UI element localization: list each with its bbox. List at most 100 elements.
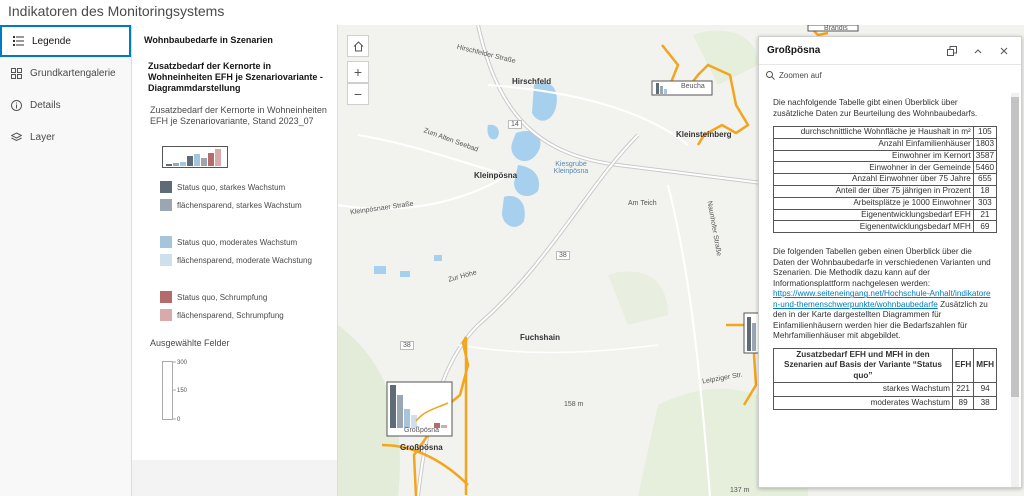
nav-label-details: Details (30, 99, 61, 111)
scale-max-label: 300 (177, 360, 188, 366)
legend-panel-title: Wohnbaubedarfe in Szenarien (144, 35, 273, 45)
popup-header: Großpösna (759, 37, 1021, 65)
stat-value: 3587 (972, 149, 998, 163)
map-label-kiesgrube: Kiesgrube Kleinpösna (553, 161, 589, 175)
stat-value: 1803 (972, 137, 998, 151)
dock-icon (947, 45, 957, 56)
legend-panel-footer (132, 460, 337, 496)
map-label-brandis: Brandis (824, 25, 848, 32)
map-label-kleinpoesna: Kleinpösna (474, 171, 518, 180)
scenario-mfh: 94 (973, 382, 997, 397)
collapse-button[interactable] (969, 42, 987, 60)
legend-entry: Status quo, moderates Wachstum (160, 236, 297, 248)
scenario-table-header: Zusatzbedarf EFH und MFH in den Szenarie… (773, 347, 953, 384)
feature-popup: Großpösna Zoomen auf Die nachfolgende Ta… (758, 36, 1022, 488)
scenario-efh: 89 (951, 395, 975, 411)
table-row: Einwohner im Kernort 3587 (773, 149, 998, 163)
table-row: durchschnittliche Wohnfläche je Haushalt… (773, 126, 998, 139)
map-label-route-38-a: 38 (556, 251, 570, 260)
scenario-mfh: 38 (973, 395, 997, 411)
map-label-grosspoesna: Großpösna (400, 443, 443, 452)
table-row: Anzahl Einfamilienhäuser 1803 (773, 137, 998, 151)
nav-item-layer[interactable]: Layer (0, 121, 131, 153)
stat-label: durchschnittliche Wohnfläche je Haushalt… (773, 126, 974, 139)
stat-label: Einwohner in der Gemeinde (773, 161, 974, 175)
legend-entry-label: Status quo, moderates Wachstum (177, 237, 298, 247)
legend-swatch (160, 291, 172, 303)
map-label-route-14: 14 (508, 120, 522, 129)
zoom-to-icon (766, 70, 775, 80)
stat-value: 655 (972, 173, 998, 186)
legend-entry: flächensparend, Schrumpfung (160, 309, 284, 321)
legend-swatch (160, 254, 172, 266)
stat-value: 69 (972, 220, 998, 234)
stat-value: 105 (972, 126, 998, 139)
stat-value: 18 (972, 184, 998, 198)
stat-label: Arbeitsplätze je 1000 Einwohner (773, 196, 974, 210)
legend-entry-label: flächensparend, starkes Wachstum (177, 200, 302, 210)
table-row: Anzahl Einwohner über 75 Jahre 655 (773, 173, 998, 186)
table-row: Eigenentwicklungsbedarf MFH 69 (773, 220, 998, 234)
scenario-table: Zusatzbedarf EFH und MFH in den Szenarie… (773, 347, 997, 411)
stats-table: durchschnittliche Wohnfläche je Haushalt… (773, 126, 998, 234)
scrollbar-thumb[interactable] (1011, 97, 1019, 397)
stat-label: Anzahl Einfamilienhäuser (773, 137, 974, 151)
map-label-kleinsteinberg: Kleinsteinberg (676, 130, 732, 139)
legend-entry: flächensparend, starkes Wachstum (160, 199, 302, 211)
legend-swatch (160, 236, 172, 248)
dock-button[interactable] (943, 42, 961, 60)
chevron-up-icon (974, 48, 982, 53)
legend-size-scale: 300 150 0 (162, 360, 188, 423)
stat-label: Einwohner im Kernort (773, 149, 974, 163)
scenario-label: starkes Wachstum (773, 382, 953, 397)
legend-chart-symbol (162, 146, 228, 168)
nav-label-legende: Legende (32, 35, 71, 47)
close-button[interactable] (995, 42, 1013, 60)
stat-value: 21 (972, 208, 998, 222)
legend-entry: Status quo, starkes Wachstum (160, 181, 285, 193)
stat-value: 5460 (972, 161, 998, 175)
home-button[interactable] (347, 35, 369, 57)
map-label-beucha: Beucha (681, 83, 705, 90)
nav-item-grundkartengalerie[interactable]: Grundkartengalerie (0, 57, 131, 89)
zoom-to-button[interactable]: Zoomen auf (759, 65, 1021, 85)
zoom-in-button[interactable]: + (347, 61, 369, 83)
side-nav: Legende Grundkartengalerie Details Layer (0, 25, 132, 496)
stat-label: Anteil der über 75 jährigen in Prozent (773, 184, 974, 198)
nav-item-details[interactable]: Details (0, 89, 131, 121)
legend-swatch (160, 199, 172, 211)
legend-entry-label: flächensparend, Schrumpfung (177, 310, 284, 320)
scenario-efh: 221 (951, 382, 975, 397)
popup-scrollbar[interactable] (1011, 93, 1019, 487)
map-label-route-38-b: 38 (400, 341, 414, 350)
legend-entry: flächensparend, moderate Wachstung (160, 254, 312, 266)
scale-mid-label: 150 (177, 388, 188, 394)
zoom-out-button[interactable]: − (347, 83, 369, 105)
col-mfh-header: MFH (973, 347, 997, 384)
map-label-am-teich: Am Teich (628, 200, 657, 207)
table-row: Einwohner in der Gemeinde 5460 (773, 161, 998, 175)
info-icon (10, 99, 22, 111)
legend-panel: Wohnbaubedarfe in Szenarien Zusatzbedarf… (132, 25, 338, 496)
nav-label-grundkartengalerie: Grundkartengalerie (30, 67, 116, 79)
legend-entry: Status quo, Schrumpfung (160, 291, 267, 303)
map-label-elevation-158: 158 m (564, 401, 584, 408)
legend-fields-title: Ausgewählte Felder (150, 338, 230, 348)
table-row: starkes Wachstum 221 94 (773, 382, 997, 397)
table-row: Anteil der über 75 jährigen in Prozent 18 (773, 184, 998, 198)
table-row: Zusatzbedarf EFH und MFH in den Szenarie… (773, 347, 997, 384)
map-label-elevation-137: 137 m (730, 487, 750, 494)
legend-swatch (160, 309, 172, 321)
nav-label-layer: Layer (30, 131, 56, 143)
table-row: Arbeitsplätze je 1000 Einwohner 303 (773, 196, 998, 210)
scenario-label: moderates Wachstum (773, 395, 953, 411)
scale-min-label: 0 (177, 417, 181, 423)
stat-value: 303 (972, 196, 998, 210)
stat-label: Anzahl Einwohner über 75 Jahre (773, 173, 974, 186)
nav-item-legende[interactable]: Legende (0, 25, 131, 57)
legend-swatch (160, 181, 172, 193)
basemap-gallery-icon (10, 67, 22, 79)
stat-label: Eigenentwicklungsbedarf EFH (773, 208, 974, 222)
layers-icon (10, 131, 22, 143)
map-label-hirschfeld: Hirschfeld (512, 77, 552, 86)
